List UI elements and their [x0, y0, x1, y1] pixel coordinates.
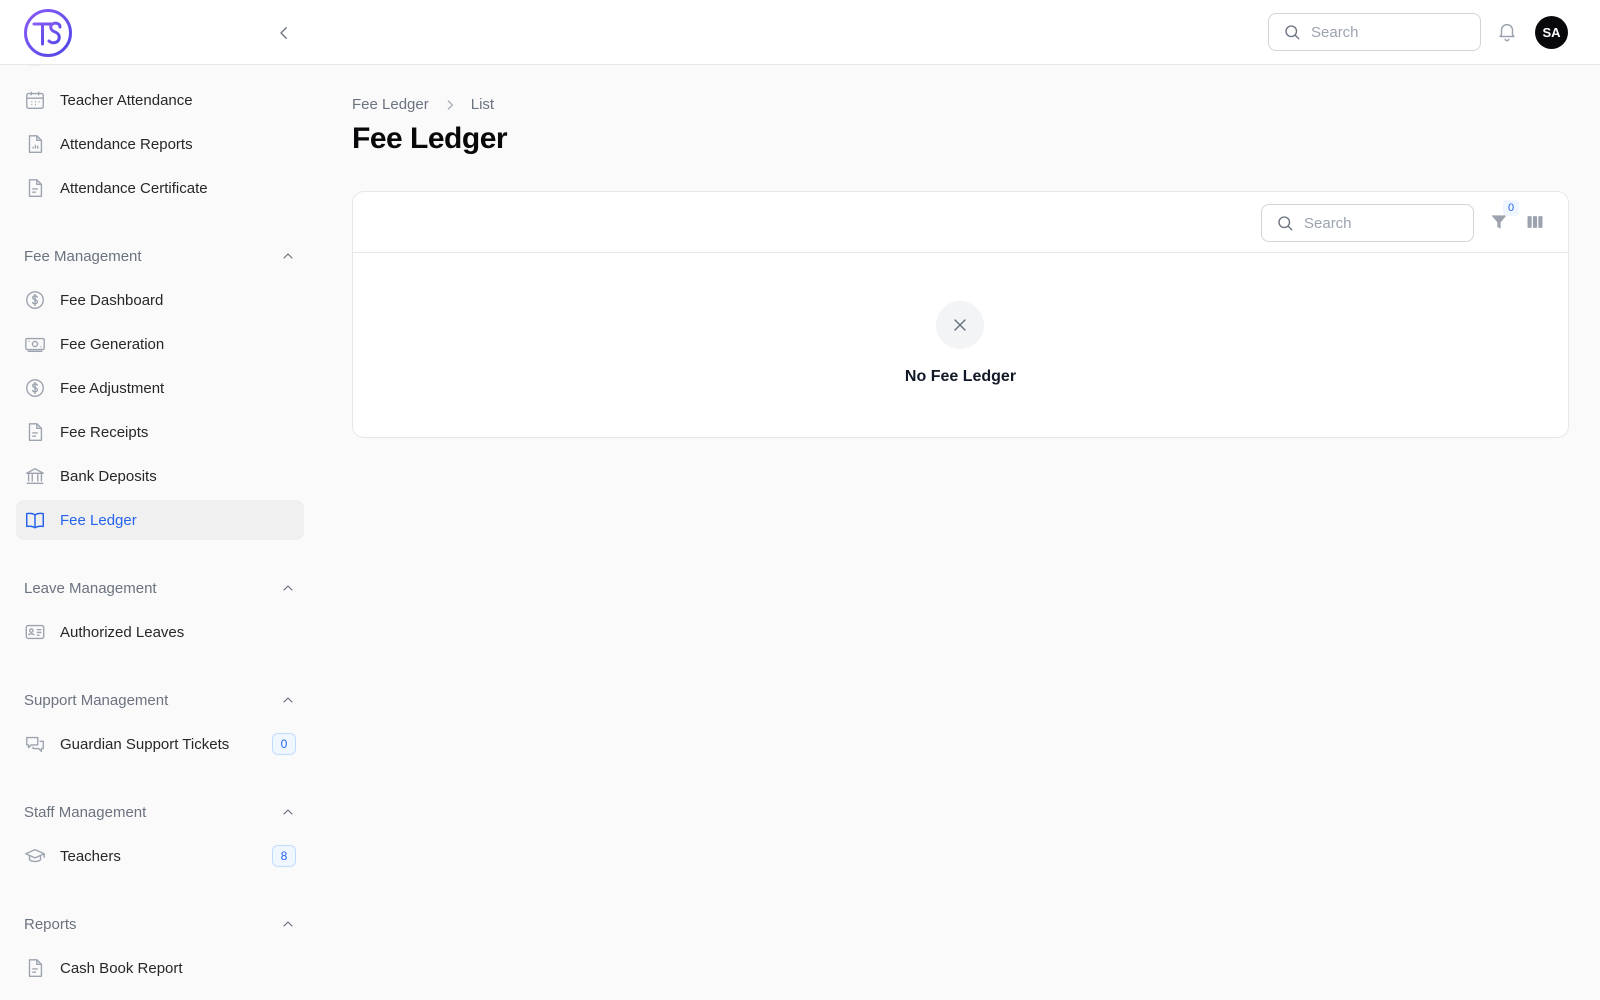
top-bar: SA — [0, 0, 1600, 65]
document-icon — [24, 957, 46, 979]
banknote-icon — [24, 333, 46, 355]
section-title: Staff Management — [24, 803, 147, 821]
chevron-up-icon — [283, 809, 293, 815]
notifications-button[interactable] — [1496, 20, 1520, 44]
sidebar-item-fee-ledger[interactable]: Fee Ledger — [16, 500, 304, 540]
sidebar-item-label: Teachers — [60, 847, 121, 865]
sidebar-item-hidden[interactable] — [16, 65, 304, 77]
chevron-up-icon — [283, 585, 293, 591]
sidebar-item-guardian-support-tickets[interactable]: Guardian Support Tickets 0 — [16, 724, 304, 764]
sidebar-item-teacher-attendance[interactable]: Teacher Attendance — [16, 80, 304, 120]
section-leave-management[interactable]: Leave Management — [24, 576, 296, 600]
columns-icon — [1527, 216, 1543, 228]
book-open-icon — [24, 509, 46, 531]
breadcrumb-current: List — [470, 96, 495, 113]
empty-state-icon — [936, 301, 984, 349]
search-icon — [1278, 216, 1293, 231]
page-title: Fee Ledger — [352, 122, 508, 155]
section-title: Fee Management — [24, 247, 142, 265]
calendar-icon — [24, 89, 46, 111]
table-search-input[interactable] — [1304, 214, 1454, 232]
chevron-up-icon — [283, 921, 293, 927]
bell-icon — [1499, 23, 1515, 42]
report-file-icon — [24, 133, 46, 155]
chevron-right-icon — [443, 98, 457, 112]
document-icon — [24, 421, 46, 443]
sidebar-item-teachers[interactable]: Teachers 8 — [16, 836, 304, 876]
fee-ledger-table-card: 0 No Fee Ledger — [352, 191, 1569, 438]
sidebar-item-label: Fee Dashboard — [60, 291, 164, 309]
count-badge: 0 — [272, 733, 296, 755]
table-search[interactable] — [1261, 204, 1474, 242]
graduation-cap-icon — [24, 845, 46, 867]
filter-count-badge: 0 — [1503, 200, 1519, 216]
table-toolbar: 0 — [353, 192, 1568, 253]
document-icon — [24, 177, 46, 199]
collapse-sidebar-button[interactable] — [272, 21, 296, 45]
sidebar-item-label: Authorized Leaves — [60, 623, 185, 641]
sidebar-item-attendance-certificate[interactable]: Attendance Certificate — [16, 168, 304, 208]
sidebar-item-label: Fee Receipts — [60, 423, 149, 441]
sidebar-item-authorized-leaves[interactable]: Authorized Leaves — [16, 612, 304, 652]
sidebar-item-fee-adjustment[interactable]: Fee Adjustment — [16, 368, 304, 408]
columns-toggle-button[interactable] — [1525, 212, 1547, 234]
section-staff-management[interactable]: Staff Management — [24, 800, 296, 824]
chat-bubbles-icon — [24, 733, 46, 755]
section-reports[interactable]: Reports — [24, 912, 296, 936]
sidebar-item-label: Guardian Support Tickets — [60, 735, 230, 753]
breadcrumb: Fee Ledger List — [352, 96, 494, 113]
global-search[interactable] — [1268, 13, 1481, 51]
section-title: Reports — [24, 915, 77, 933]
bank-icon — [24, 465, 46, 487]
sidebar-item-label: Fee Generation — [60, 335, 165, 353]
app-logo[interactable] — [23, 8, 73, 58]
user-avatar[interactable]: SA — [1535, 16, 1568, 49]
sidebar-item-label: Fee Adjustment — [60, 379, 165, 397]
empty-state-message: No Fee Ledger — [904, 368, 1017, 385]
sidebar-item-cash-book-report[interactable]: Cash Book Report — [16, 948, 304, 988]
sidebar-item-bank-deposits[interactable]: Bank Deposits — [16, 456, 304, 496]
sidebar-item-fee-receipts[interactable]: Fee Receipts — [16, 412, 304, 452]
chevron-up-icon — [283, 253, 293, 259]
sidebar-item-fee-generation[interactable]: Fee Generation — [16, 324, 304, 364]
id-card-icon — [24, 621, 46, 643]
section-fee-management[interactable]: Fee Management — [24, 244, 296, 268]
search-icon — [1285, 25, 1300, 40]
section-title: Leave Management — [24, 579, 157, 597]
close-icon — [954, 319, 966, 331]
sidebar-item-label: Attendance Certificate — [60, 179, 208, 197]
sidebar-item-label: Cash Book Report — [60, 959, 183, 977]
sidebar-item-label: Bank Deposits — [60, 467, 157, 485]
document-icon — [24, 65, 46, 68]
dollar-circle-icon — [24, 377, 46, 399]
section-support-management[interactable]: Support Management — [24, 688, 296, 712]
sidebar-item-label: Fee Ledger — [60, 511, 137, 529]
chevron-up-icon — [283, 697, 293, 703]
dollar-circle-icon — [24, 289, 46, 311]
chevron-left-icon — [280, 27, 287, 39]
count-badge: 8 — [272, 845, 296, 867]
sidebar-item-label: Attendance Reports — [60, 135, 193, 153]
global-search-input[interactable] — [1311, 23, 1461, 41]
breadcrumb-fee-ledger-link[interactable]: Fee Ledger — [352, 96, 429, 113]
sidebar-item-label: Teacher Attendance — [60, 91, 193, 109]
section-title: Support Management — [24, 691, 169, 709]
sidebar: Teacher Attendance Attendance Reports At… — [0, 65, 320, 1000]
sidebar-item-attendance-reports[interactable]: Attendance Reports — [16, 124, 304, 164]
sidebar-item-fee-dashboard[interactable]: Fee Dashboard — [16, 280, 304, 320]
